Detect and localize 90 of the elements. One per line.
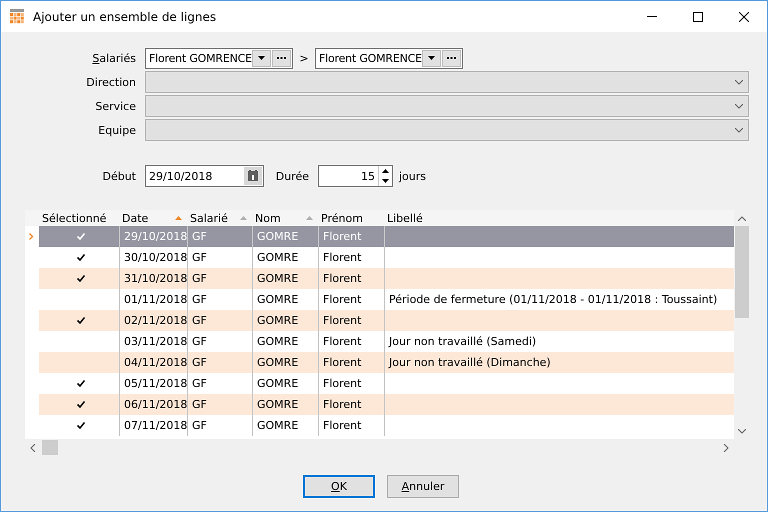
table-cell: 06/11/2018: [124, 398, 188, 411]
employee-from-combo[interactable]: Florent GOMRENCE: [145, 48, 293, 68]
column-header[interactable]: Prénom: [318, 210, 384, 226]
field-label: Equipe: [97, 124, 137, 136]
table-cell: GOMRE: [257, 230, 298, 243]
table-cell: Florent: [323, 335, 362, 348]
checkmark-icon[interactable]: [77, 275, 85, 282]
checkmark-icon[interactable]: [77, 422, 85, 429]
table-cell: GOMRE: [257, 293, 298, 306]
table-row[interactable]: 02/11/2018 GF GOMRE Florent: [25, 310, 734, 331]
scroll-thumb[interactable]: [42, 440, 58, 455]
table-cell: 31/10/2018: [124, 272, 188, 285]
calendar-icon[interactable]: [244, 167, 262, 185]
table-cell: Florent: [323, 398, 362, 411]
field-label: Durée: [274, 170, 310, 182]
table-cell: GF: [192, 398, 207, 411]
table-cell: GF: [192, 377, 207, 390]
table-cell: Florent: [323, 356, 362, 369]
dialog-button[interactable]: OK: [303, 475, 375, 498]
caret-down-icon: [258, 56, 265, 60]
table-cell: GF: [192, 356, 207, 369]
column-header[interactable]: Date: [119, 210, 187, 226]
table-cell: Florent: [323, 377, 362, 390]
table-cell: GOMRE: [257, 356, 298, 369]
window-title: Ajouter un ensemble de lignes: [33, 10, 218, 24]
spin-up-icon[interactable]: [382, 169, 389, 173]
table-cell: GOMRE: [257, 377, 298, 390]
calendar-icon: [9, 9, 25, 24]
table-cell: Florent: [323, 230, 362, 243]
table-cell: GF: [192, 293, 207, 306]
column-header[interactable]: Sélectionné: [39, 210, 119, 226]
table-cell: 30/10/2018: [124, 251, 188, 264]
table-cell: GF: [192, 251, 207, 264]
column-header[interactable]: Salarié: [187, 210, 252, 226]
checkmark-icon[interactable]: [77, 254, 85, 261]
table-cell: 07/11/2018: [124, 419, 188, 432]
column-header[interactable]: Nom: [252, 210, 318, 226]
table-cell: GF: [192, 314, 207, 327]
chevron-down-icon[interactable]: [738, 428, 746, 434]
table-cell: Florent: [323, 251, 362, 264]
table-row[interactable]: 06/11/2018 GF GOMRE Florent: [25, 394, 734, 415]
browse-button[interactable]: [272, 50, 291, 66]
table-cell: GOMRE: [257, 335, 298, 348]
table-row[interactable]: 31/10/2018 GF GOMRE Florent: [25, 268, 734, 289]
table-cell: GF: [192, 272, 207, 285]
browse-button[interactable]: [442, 50, 461, 66]
field-label: Début: [101, 170, 137, 182]
table-cell: 05/11/2018: [124, 377, 188, 390]
caret-down-icon: [428, 56, 435, 60]
table-cell: 03/11/2018: [124, 335, 188, 348]
table-cell: Florent: [323, 419, 362, 432]
field-label: Direction: [85, 76, 137, 88]
date-field[interactable]: 29/10/2018: [145, 165, 264, 187]
checkmark-icon[interactable]: [77, 401, 85, 408]
row-pointer-icon: [29, 233, 34, 240]
table-cell: Jour non travaillé (Dimanche): [389, 356, 551, 369]
table-cell: GOMRE: [257, 272, 298, 285]
chevron-up-icon[interactable]: [738, 216, 746, 220]
field-label: Service: [94, 100, 137, 112]
table-cell: Période de fermeture (01/11/2018 - 01/11/2018 : Toussaint): [389, 293, 718, 306]
close-icon[interactable]: [739, 12, 749, 22]
spin-down-icon[interactable]: [382, 179, 389, 183]
duration-spinner[interactable]: 15: [318, 165, 393, 187]
maximize-icon[interactable]: [693, 12, 703, 22]
range-separator: >: [298, 52, 310, 64]
dropdown-button[interactable]: [422, 50, 441, 66]
table-cell: GOMRE: [257, 251, 298, 264]
table-cell: GOMRE: [257, 314, 298, 327]
table-cell: 02/11/2018: [124, 314, 188, 327]
table-cell: Florent: [323, 314, 362, 327]
table-cell: Jour non travaillé (Samedi): [389, 335, 536, 348]
checkmark-icon[interactable]: [77, 317, 85, 324]
table-cell: 04/11/2018: [124, 356, 188, 369]
checkmark-icon[interactable]: [77, 380, 85, 387]
table-cell: 01/11/2018: [124, 293, 188, 306]
dropdown-button[interactable]: [252, 50, 271, 66]
unit-label: jours: [399, 170, 426, 182]
table-cell: GOMRE: [257, 419, 298, 432]
employee-to-combo[interactable]: Florent GOMRENCE: [315, 48, 463, 68]
table-cell: 29/10/2018: [124, 230, 188, 243]
table-cell: Florent: [323, 272, 362, 285]
dialog-button[interactable]: Annuler: [387, 475, 459, 498]
column-header[interactable]: Libellé: [384, 210, 734, 226]
table-row[interactable]: 04/11/2018 GF GOMRE Florent Jour non travaillé (Dimanche): [25, 352, 734, 373]
field-label: Salariés: [91, 52, 137, 64]
table-cell: GOMRE: [257, 398, 298, 411]
table-cell: Florent: [323, 293, 362, 306]
table-cell: GF: [192, 335, 207, 348]
table-cell: GF: [192, 419, 207, 432]
table-cell: GF: [192, 230, 207, 243]
